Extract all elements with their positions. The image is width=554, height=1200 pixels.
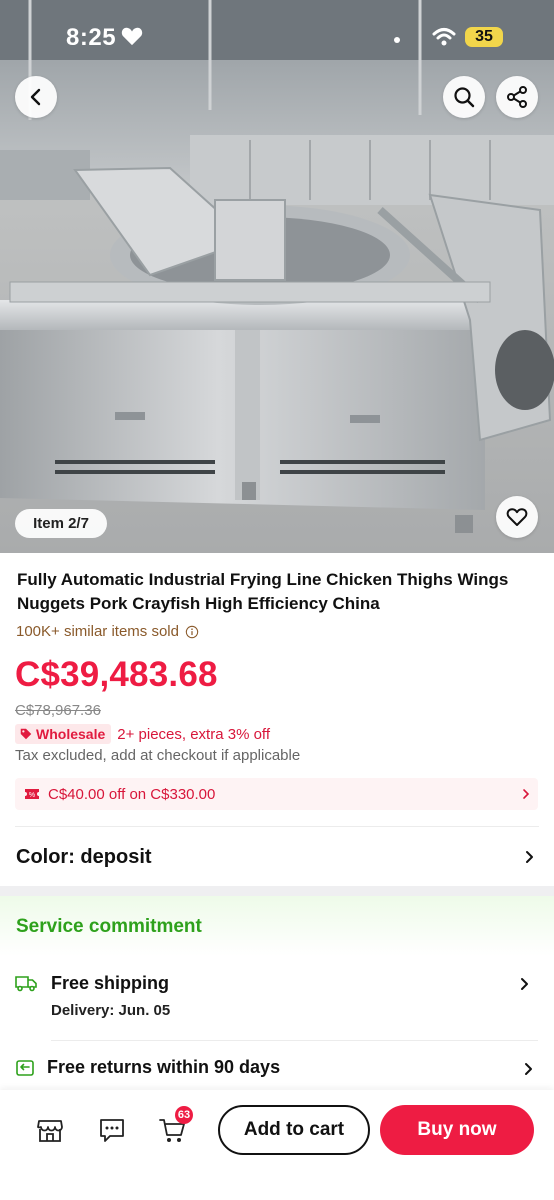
sold-count[interactable]: 100K+ similar items sold — [16, 623, 199, 640]
ticket-icon: % — [25, 789, 39, 799]
wishlist-button[interactable] — [496, 496, 538, 538]
coupon-text: C$40.00 off on C$330.00 — [48, 785, 216, 803]
svg-text:%: % — [29, 792, 35, 799]
shipping-title[interactable]: Free shipping — [51, 973, 169, 994]
chevron-right-icon[interactable] — [522, 1061, 534, 1077]
wholesale-badge: Wholesale — [15, 724, 112, 744]
gallery-position-label: Item 2/7 — [15, 509, 107, 538]
chevron-right-icon — [526, 851, 533, 863]
divider — [51, 1040, 538, 1041]
delivery-date: Delivery: Jun. 05 — [51, 1002, 171, 1019]
message-icon[interactable] — [98, 1116, 126, 1144]
status-time: 8:25 — [66, 24, 117, 51]
current-price: C$39,483.68 — [15, 655, 218, 694]
product-title: Fully Automatic Industrial Frying Line C… — [17, 570, 509, 613]
wholesale-badge-label: Wholesale — [36, 726, 106, 742]
back-arrow-icon — [30, 88, 41, 106]
section-separator — [0, 886, 554, 896]
sold-count-text: 100K+ similar items sold — [16, 623, 179, 640]
search-button[interactable] — [443, 76, 485, 118]
wholesale-offer: Wholesale 2+ pieces, extra 3% off — [15, 724, 270, 744]
add-to-cart-button[interactable]: Add to cart — [218, 1105, 370, 1155]
divider — [15, 826, 539, 827]
heart-status-icon — [121, 27, 143, 46]
coupon-banner[interactable]: % C$40.00 off on C$330.00 — [15, 778, 538, 810]
store-icon[interactable] — [36, 1116, 64, 1144]
status-bar: 8:25 35 — [0, 0, 554, 76]
original-price: C$78,967.36 — [15, 702, 101, 719]
signal-dot-icon — [394, 37, 400, 43]
returns-title[interactable]: Free returns within 90 days — [47, 1057, 280, 1078]
share-icon — [507, 86, 527, 108]
tag-icon — [20, 728, 32, 740]
search-icon — [454, 87, 475, 108]
tax-note: Tax excluded, add at checkout if applica… — [15, 747, 301, 764]
truck-icon — [15, 976, 37, 992]
wholesale-discount-text: 2+ pieces, extra 3% off — [117, 725, 270, 743]
share-button[interactable] — [496, 76, 538, 118]
return-icon — [16, 1060, 34, 1076]
service-title: Service commitment — [16, 916, 202, 937]
product-image-gallery[interactable]: 8:25 35 Item 2/7 — [0, 0, 554, 553]
wifi-icon — [432, 28, 456, 46]
info-icon — [185, 625, 199, 638]
cart-count-badge: 63 — [175, 1106, 193, 1124]
chevron-right-icon — [523, 789, 530, 799]
buy-now-button[interactable]: Buy now — [380, 1105, 534, 1155]
back-button[interactable] — [15, 76, 57, 118]
chevron-right-icon[interactable] — [518, 976, 530, 992]
variant-selector[interactable]: Color: deposit — [16, 840, 538, 874]
variant-label: Color: deposit — [16, 845, 152, 868]
battery-indicator: 35 — [465, 27, 503, 47]
heart-icon — [506, 508, 528, 526]
